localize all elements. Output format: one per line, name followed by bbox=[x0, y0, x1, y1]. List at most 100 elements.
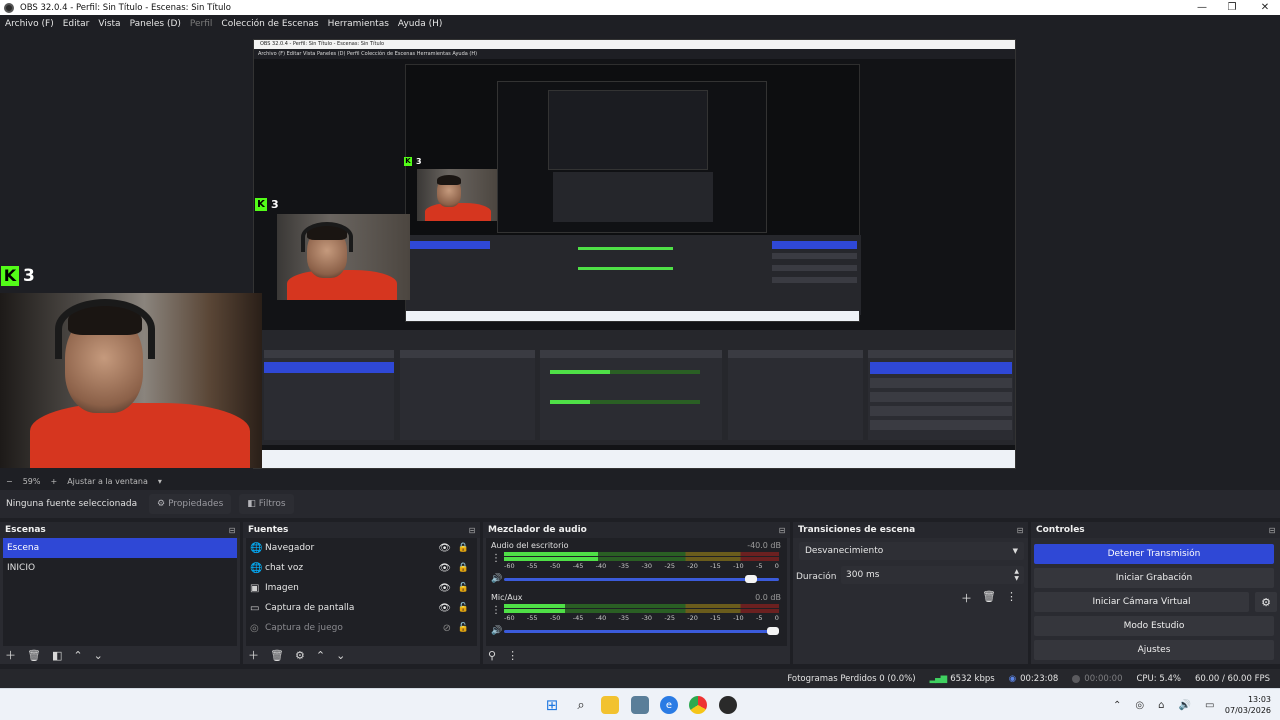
meter-tick-label: -50 bbox=[549, 614, 561, 622]
speaker-icon[interactable]: 🔊 bbox=[491, 574, 502, 584]
start-recording-button[interactable]: Iniciar Grabación bbox=[1034, 568, 1274, 588]
chrome-browser-icon[interactable] bbox=[689, 696, 707, 714]
source-item[interactable]: 🌐 Navegador 👁 🔒 bbox=[246, 538, 477, 558]
transition-select[interactable]: Desvanecimiento ▼ bbox=[799, 542, 1024, 560]
remove-transition-icon[interactable]: 🗑 bbox=[982, 590, 996, 606]
dock-menu-icon[interactable]: ⊟ bbox=[224, 526, 240, 535]
move-down-icon[interactable]: ⌄ bbox=[336, 649, 345, 662]
cpu-usage: CPU: 5.4% bbox=[1136, 673, 1181, 684]
speaker-icon[interactable]: 🔊 bbox=[491, 626, 502, 636]
zoom-in-button[interactable]: + bbox=[50, 477, 57, 486]
eye-icon[interactable]: 👁 bbox=[438, 603, 451, 614]
filters-button[interactable]: ◧ Filtros bbox=[239, 494, 294, 514]
eye-hidden-icon[interactable]: ⊘ bbox=[443, 623, 451, 634]
add-scene-icon[interactable]: ＋ bbox=[5, 647, 16, 663]
fps-status: 60.00 / 60.00 FPS bbox=[1194, 673, 1270, 684]
move-up-icon[interactable]: ⌃ bbox=[73, 649, 82, 662]
scene-item-escena[interactable]: Escena bbox=[3, 538, 237, 558]
zoom-dropdown-icon[interactable]: ▾ bbox=[158, 477, 162, 486]
zoom-fit-button[interactable]: Ajustar a la ventana bbox=[67, 477, 148, 486]
scene-filters-icon[interactable]: ◧ bbox=[52, 649, 62, 662]
network-icon[interactable]: ⌂ bbox=[1158, 700, 1164, 711]
search-icon[interactable]: ⌕ bbox=[572, 696, 590, 714]
menu-archivo[interactable]: Archivo (F) bbox=[5, 19, 54, 29]
obs-window: OBS 32.0.4 - Perfil: Sin Título - Escena… bbox=[0, 0, 1280, 720]
spinner-arrows-icon[interactable]: ▲ ▼ bbox=[1014, 568, 1019, 582]
dock-menu-icon[interactable]: ⊟ bbox=[774, 526, 790, 535]
channel-menu-icon[interactable]: ⋮ bbox=[491, 553, 501, 564]
lock-icon[interactable]: 🔒 bbox=[458, 543, 469, 553]
channel-menu-icon[interactable]: ⋮ bbox=[491, 605, 501, 616]
close-button[interactable]: ✕ bbox=[1250, 0, 1280, 15]
kick-logo-icon: K bbox=[1, 266, 19, 286]
menu-coleccion[interactable]: Colección de Escenas bbox=[221, 19, 318, 29]
nested-obs-titlebar: OBS 32.0.4 - Perfil: Sin Título - Escena… bbox=[254, 40, 1015, 49]
menu-herramientas[interactable]: Herramientas bbox=[328, 19, 389, 29]
menu-ayuda[interactable]: Ayuda (H) bbox=[398, 19, 442, 29]
battery-icon[interactable]: ▭ bbox=[1205, 700, 1214, 711]
scene-item-inicio[interactable]: INICIO bbox=[3, 558, 237, 578]
dock-menu-icon[interactable]: ⊟ bbox=[464, 526, 480, 535]
volume-slider-handle[interactable] bbox=[767, 627, 779, 635]
eye-icon[interactable]: 👁 bbox=[438, 543, 451, 554]
eye-icon[interactable]: 👁 bbox=[438, 583, 451, 594]
source-item[interactable]: ▭ Captura de pantalla 👁 🔓 bbox=[246, 598, 477, 618]
duration-input[interactable]: 300 ms ▲ ▼ bbox=[841, 566, 1024, 584]
transitions-body: Desvanecimiento ▼ Duración 300 ms ▲ ▼ ＋ 🗑… bbox=[796, 538, 1025, 646]
preview-area[interactable]: OBS 32.0.4 - Perfil: Sin Título - Escena… bbox=[0, 32, 1280, 474]
virtual-camera-settings-gear-icon[interactable]: ⚙ bbox=[1255, 592, 1277, 612]
mixer-menu-icon[interactable]: ⋮ bbox=[507, 649, 518, 662]
lock-icon[interactable]: 🔒 bbox=[458, 563, 469, 573]
volume-icon[interactable]: 🔊 bbox=[1178, 700, 1190, 711]
file-explorer-icon[interactable] bbox=[601, 696, 619, 714]
studio-mode-button[interactable]: Modo Estudio bbox=[1034, 616, 1274, 636]
menu-bar: Archivo (F) Editar Vista Paneles (D) Per… bbox=[0, 15, 1280, 32]
controls-dock: Controles ⊟ Detener Transmisión Iniciar … bbox=[1031, 522, 1280, 664]
dock-menu-icon[interactable]: ⊟ bbox=[1012, 526, 1028, 535]
chevron-up-icon[interactable]: ⌃ bbox=[1113, 700, 1121, 711]
windows-start-icon[interactable]: ⊞ bbox=[543, 696, 561, 714]
move-up-icon[interactable]: ⌃ bbox=[316, 649, 325, 662]
transition-menu-icon[interactable]: ⋮ bbox=[1006, 590, 1017, 606]
volume-slider[interactable] bbox=[504, 627, 779, 635]
remove-scene-icon[interactable]: 🗑 bbox=[27, 649, 41, 662]
minimize-button[interactable]: — bbox=[1187, 0, 1217, 15]
remove-source-icon[interactable]: 🗑 bbox=[270, 649, 284, 662]
add-transition-icon[interactable]: ＋ bbox=[961, 590, 972, 606]
mixer-dock-title: Mezclador de audio bbox=[488, 525, 587, 535]
menu-vista[interactable]: Vista bbox=[98, 19, 120, 29]
edge-browser-icon[interactable]: e bbox=[660, 696, 678, 714]
eye-icon[interactable]: 👁 bbox=[438, 563, 451, 574]
meter-tick-label: -45 bbox=[572, 614, 584, 622]
kick-viewer-count: 3 bbox=[23, 266, 35, 286]
menu-editar[interactable]: Editar bbox=[63, 19, 90, 29]
meter-tick-label: -5 bbox=[755, 562, 763, 570]
advanced-audio-icon[interactable]: ⚲ bbox=[488, 649, 496, 662]
volume-slider-handle[interactable] bbox=[745, 575, 757, 583]
menu-perfil[interactable]: Perfil bbox=[190, 19, 213, 29]
source-item[interactable]: ◎ Captura de juego ⊘ 🔓 bbox=[246, 618, 477, 638]
settings-button[interactable]: Ajustes bbox=[1034, 640, 1274, 660]
meter-tick-label: -35 bbox=[618, 614, 630, 622]
notification-mute-icon[interactable]: ◎ bbox=[1135, 700, 1144, 711]
properties-button[interactable]: ⚙ Propiedades bbox=[149, 494, 232, 514]
photos-app-icon[interactable] bbox=[631, 696, 649, 714]
source-item[interactable]: 🌐 chat voz 👁 🔒 bbox=[246, 558, 477, 578]
taskbar-clock[interactable]: 13:03 07/03/2026 bbox=[1225, 694, 1271, 716]
add-source-icon[interactable]: ＋ bbox=[248, 647, 259, 663]
source-item[interactable]: ▣ Imagen 👁 🔓 bbox=[246, 578, 477, 598]
zoom-out-button[interactable]: − bbox=[6, 477, 13, 486]
volume-slider[interactable] bbox=[504, 575, 779, 583]
start-virtual-camera-button[interactable]: Iniciar Cámara Virtual bbox=[1034, 592, 1249, 612]
unlock-icon[interactable]: 🔓 bbox=[458, 583, 469, 593]
source-settings-gear-icon[interactable]: ⚙ bbox=[295, 649, 305, 662]
dock-menu-icon[interactable]: ⊟ bbox=[1264, 526, 1280, 535]
meter-tick-label: -15 bbox=[710, 614, 721, 622]
obs-taskbar-icon[interactable] bbox=[719, 696, 737, 714]
unlock-icon[interactable]: 🔓 bbox=[458, 623, 469, 633]
menu-paneles[interactable]: Paneles (D) bbox=[130, 19, 181, 29]
move-down-icon[interactable]: ⌄ bbox=[94, 649, 103, 662]
maximize-button[interactable]: ❐ bbox=[1217, 0, 1247, 15]
stop-stream-button[interactable]: Detener Transmisión bbox=[1034, 544, 1274, 564]
unlock-icon[interactable]: 🔓 bbox=[458, 603, 469, 613]
